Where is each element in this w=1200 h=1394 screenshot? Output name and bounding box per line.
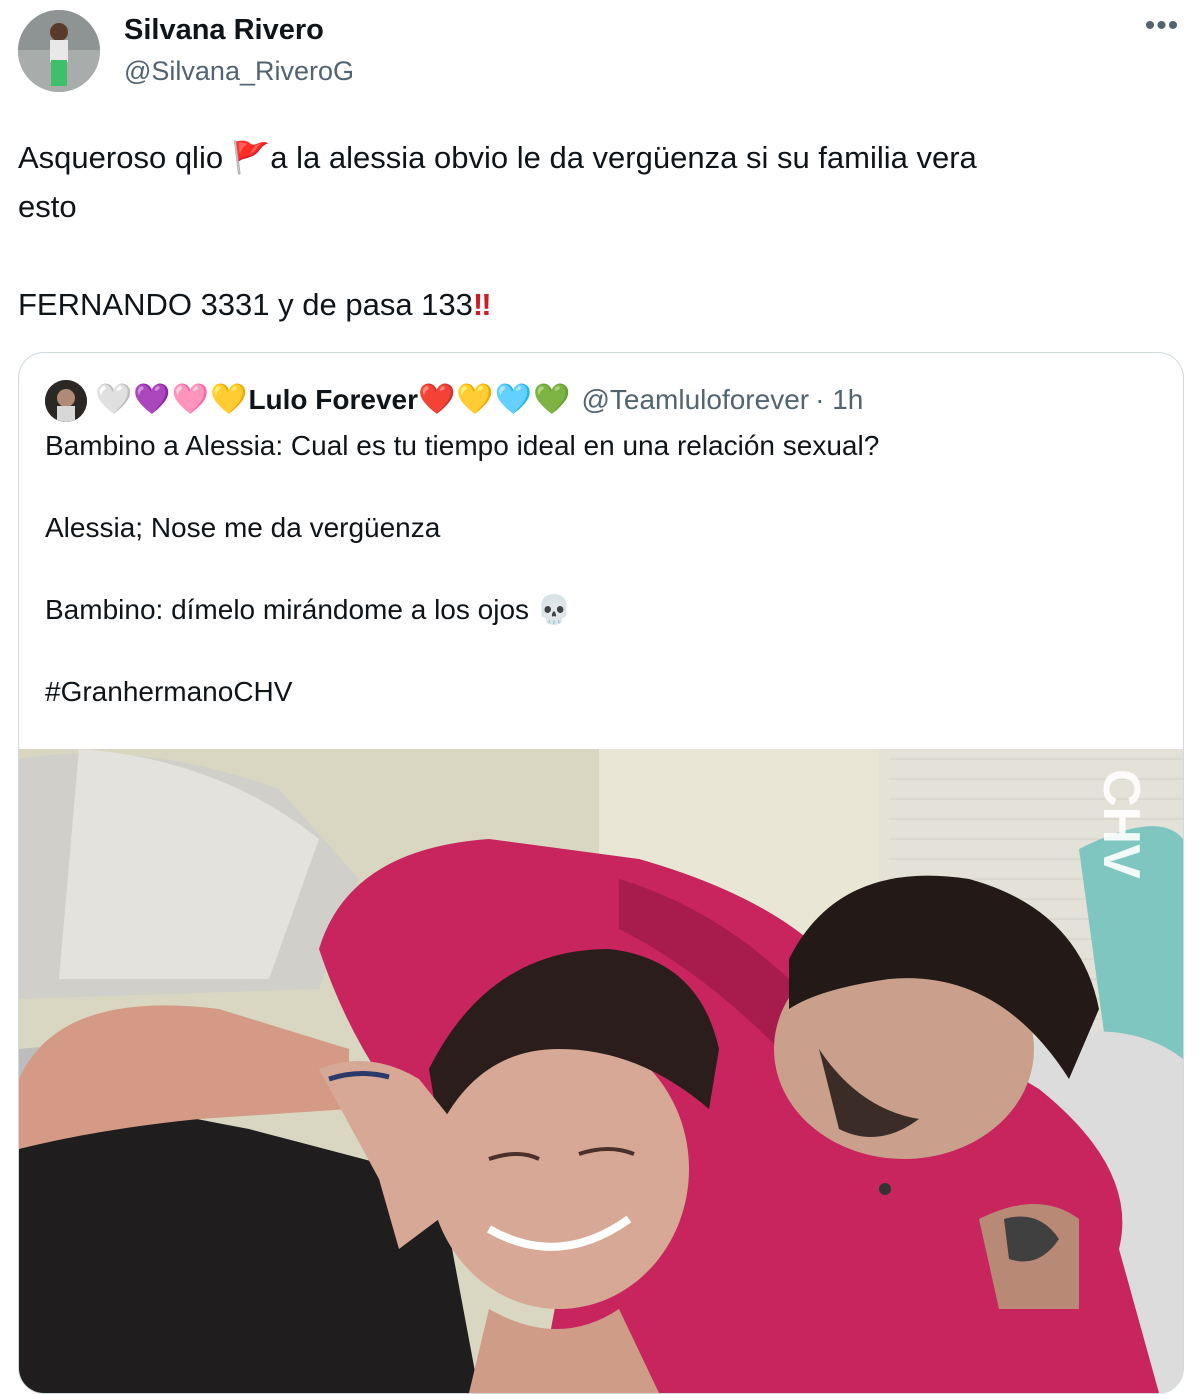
quoted-author-name-group[interactable]: 🤍 💜 🩷 💛 Lulo Forever ❤️ 💛 🩵 💚 bbox=[95, 384, 571, 416]
quoted-line: Bambino: dímelo mirándome a los ojos bbox=[45, 594, 530, 625]
quoted-tweet-text: Bambino a Alessia: Cual es tu tiempo ide… bbox=[45, 425, 1145, 712]
pink-heart-icon: 🩷 bbox=[171, 383, 210, 416]
tweet-text: Asqueroso qlio 🚩a la alessia obvio le da… bbox=[18, 133, 1168, 329]
quoted-tweet-card[interactable]: 🤍 💜 🩷 💛 Lulo Forever ❤️ 💛 🩵 💚 @Teamlulof… bbox=[18, 352, 1184, 1394]
red-heart-icon: ❤️ bbox=[418, 383, 456, 416]
white-heart-icon: 🤍 bbox=[95, 383, 133, 416]
quoted-tweet-header: 🤍 💜 🩷 💛 Lulo Forever ❤️ 💛 🩵 💚 @Teamlulof… bbox=[95, 379, 863, 421]
green-heart-icon: 💚 bbox=[533, 383, 571, 416]
tweet-line1-text: Asqueroso qlio bbox=[18, 140, 232, 175]
yellow-heart-icon: 💛 bbox=[210, 383, 248, 416]
tweet-line1-rest: a la alessia obvio le da vergüenza si su… bbox=[270, 140, 977, 175]
quoted-line: Alessia; Nose me da vergüenza bbox=[45, 512, 441, 543]
tweet-line3-text: FERNANDO 3331 y de pasa 133 bbox=[18, 287, 473, 322]
quoted-tweet-time[interactable]: · 1h bbox=[815, 384, 863, 416]
quoted-author-name[interactable]: Lulo Forever bbox=[248, 384, 418, 416]
red-flag-icon: 🚩 bbox=[231, 140, 271, 175]
author-avatar[interactable] bbox=[18, 10, 100, 92]
more-options-button[interactable]: ••• bbox=[1140, 11, 1184, 50]
author-handle[interactable]: @Silvana_RiveroG bbox=[124, 56, 354, 87]
chv-watermark: CHV bbox=[1092, 769, 1150, 879]
quoted-author-handle[interactable]: @Teamluloforever bbox=[581, 384, 809, 416]
quoted-author-avatar[interactable] bbox=[45, 380, 87, 422]
author-name[interactable]: Silvana Rivero bbox=[124, 14, 324, 47]
tweet-line2: esto bbox=[18, 189, 77, 224]
purple-heart-icon: 💜 bbox=[133, 383, 171, 416]
yellow-heart-icon: 💛 bbox=[456, 383, 494, 416]
quoted-media-image[interactable]: CHV bbox=[19, 749, 1183, 1393]
light-blue-heart-icon: 🩵 bbox=[494, 383, 533, 416]
hashtag-link[interactable]: #GranhermanoCHV bbox=[45, 671, 1145, 712]
quoted-line: Bambino a Alessia: Cual es tu tiempo ide… bbox=[45, 430, 880, 461]
double-exclamation-icon: ‼ bbox=[472, 287, 492, 322]
skull-icon: 💀 bbox=[536, 594, 572, 625]
